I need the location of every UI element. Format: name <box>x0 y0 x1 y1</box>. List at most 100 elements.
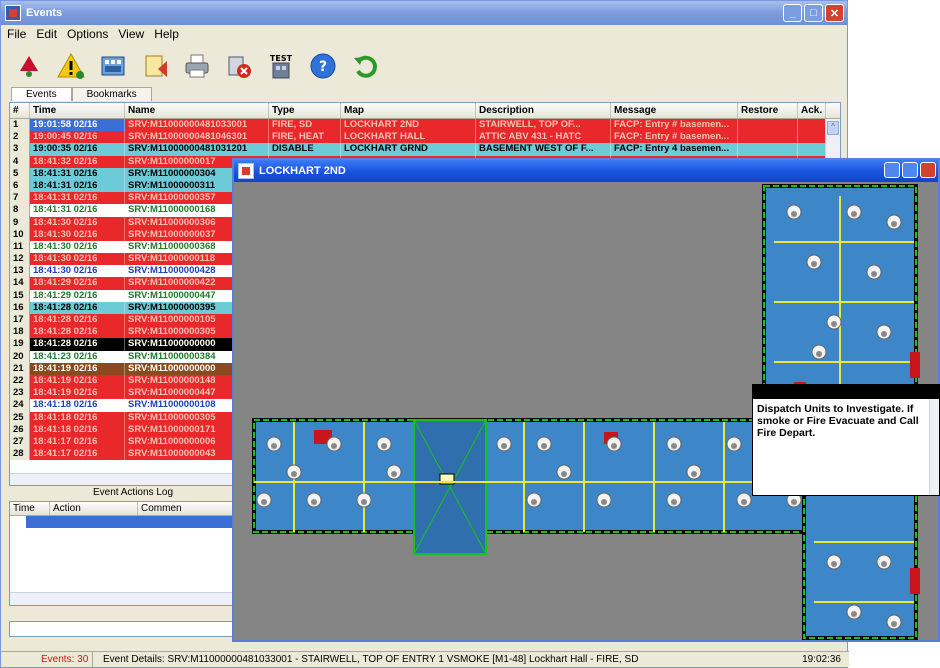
cell-time: 18:41:30 02/16 <box>30 228 125 241</box>
col-header-name[interactable]: Name <box>125 103 269 118</box>
table-row[interactable]: 3 19:00:35 02/16 SRV:M11000000481031201 DIS… <box>10 143 840 156</box>
cell-time: 18:41:19 02/16 <box>30 374 125 388</box>
smoke-detector-icon[interactable] <box>736 492 752 508</box>
smoke-detector-icon[interactable] <box>556 464 572 480</box>
log-col-action[interactable]: Action <box>50 502 138 515</box>
log-col-time[interactable]: Time <box>10 502 50 515</box>
map-minimize-button[interactable] <box>884 162 900 178</box>
warning-button[interactable] <box>55 50 87 82</box>
tab-bookmarks[interactable]: Bookmarks <box>71 87 152 101</box>
smoke-detector-icon[interactable] <box>266 436 282 452</box>
panel-button[interactable] <box>97 50 129 82</box>
event-details: Event Details: SRV:M11000000481033001 - … <box>103 654 639 665</box>
smoke-detector-icon[interactable] <box>356 492 372 508</box>
maximize-button[interactable]: □ <box>804 4 823 22</box>
smoke-detector-icon[interactable] <box>526 492 542 508</box>
menu-edit[interactable]: Edit <box>36 27 57 41</box>
refresh-icon <box>354 55 377 78</box>
alarm-bell-button[interactable] <box>13 50 45 82</box>
smoke-detector-icon[interactable] <box>846 204 862 220</box>
smoke-detector-icon[interactable] <box>786 204 802 220</box>
smoke-detector-icon[interactable] <box>256 492 272 508</box>
refresh-button[interactable] <box>349 50 381 82</box>
help-icon: ? <box>310 53 336 79</box>
table-row[interactable]: 2 19:00:45 02/16 SRV:M11000000481046301 FIR… <box>10 131 840 144</box>
test-icon: TEST <box>270 54 293 79</box>
smoke-detector-icon[interactable] <box>536 436 552 452</box>
cell-num: 15 <box>10 289 30 302</box>
smoke-detector-icon[interactable] <box>811 344 827 360</box>
col-header-num[interactable]: # <box>10 103 30 118</box>
smoke-detector-icon[interactable] <box>876 554 892 570</box>
svg-text:?: ? <box>319 59 327 75</box>
smoke-detector-icon[interactable] <box>826 314 842 330</box>
col-header-restore[interactable]: Restore <box>738 103 798 118</box>
smoke-detector-icon[interactable] <box>596 492 612 508</box>
cell-time: 18:41:31 02/16 <box>30 204 125 217</box>
col-header-message[interactable]: Message <box>611 103 738 118</box>
minimize-button[interactable]: _ <box>783 4 802 22</box>
app-icon <box>5 5 21 21</box>
smoke-detector-icon[interactable] <box>306 492 322 508</box>
menu-view[interactable]: View <box>118 27 144 41</box>
cell-num: 2 <box>10 131 30 144</box>
menu-options[interactable]: Options <box>67 27 108 41</box>
cell-num: 23 <box>10 387 30 400</box>
delete-icon <box>228 56 251 78</box>
col-header-type[interactable]: Type <box>269 103 341 118</box>
cell-ack <box>798 119 826 132</box>
col-header-time[interactable]: Time <box>30 103 125 118</box>
log-hscroll[interactable] <box>10 592 256 605</box>
help-button[interactable]: ? <box>307 50 339 82</box>
smoke-detector-icon[interactable] <box>286 464 302 480</box>
smoke-detector-icon[interactable] <box>666 436 682 452</box>
smoke-detector-icon[interactable] <box>386 464 402 480</box>
smoke-detector-icon[interactable] <box>726 436 742 452</box>
menu-file[interactable]: File <box>7 27 26 41</box>
test-button[interactable]: TEST <box>265 50 297 82</box>
smoke-detector-icon[interactable] <box>686 464 702 480</box>
smoke-detector-icon[interactable] <box>376 436 392 452</box>
cell-num: 9 <box>10 216 30 229</box>
cell-num: 7 <box>10 192 30 205</box>
notes-button[interactable] <box>139 50 171 82</box>
tab-events[interactable]: Events <box>11 87 72 101</box>
popup-title-bar[interactable] <box>753 385 939 399</box>
title-bar[interactable]: Events _ □ ✕ <box>1 1 847 25</box>
smoke-detector-icon[interactable] <box>876 324 892 340</box>
smoke-detector-icon[interactable] <box>806 254 822 270</box>
close-button[interactable]: ✕ <box>825 4 844 22</box>
log-comment-input[interactable] <box>9 621 257 637</box>
menu-help[interactable]: Help <box>154 27 179 41</box>
print-button[interactable] <box>181 50 213 82</box>
cell-time: 18:41:17 02/16 <box>30 435 125 449</box>
cell-num: 22 <box>10 374 30 388</box>
delete-button[interactable] <box>223 50 255 82</box>
map-title-bar[interactable]: LOCKHART 2ND <box>234 160 938 182</box>
map-maximize-button[interactable] <box>902 162 918 178</box>
smoke-detector-icon[interactable] <box>606 436 622 452</box>
col-header-map[interactable]: Map <box>341 103 476 118</box>
cell-time: 18:41:31 02/16 <box>30 192 125 205</box>
smoke-detector-icon[interactable] <box>826 554 842 570</box>
cell-time: 19:00:45 02/16 <box>30 131 125 144</box>
smoke-detector-icon[interactable] <box>886 214 902 230</box>
smoke-detector-icon[interactable] <box>496 436 512 452</box>
log-selected-row[interactable] <box>26 516 256 528</box>
cell-type: DISABLE <box>269 143 341 156</box>
smoke-detector-icon[interactable] <box>326 436 342 452</box>
col-header-ack[interactable]: Ack. <box>798 103 826 118</box>
smoke-detector-icon[interactable] <box>886 614 902 630</box>
map-close-button[interactable] <box>920 162 936 178</box>
cell-time: 18:41:29 02/16 <box>30 289 125 302</box>
smoke-detector-icon[interactable] <box>866 264 882 280</box>
cell-map: LOCKHART GRND <box>341 143 476 156</box>
smoke-detector-icon[interactable] <box>846 604 862 620</box>
table-row[interactable]: 1 19:01:58 02/16 SRV:M11000000481033001 FIR… <box>10 119 840 132</box>
scroll-up-arrow-icon[interactable]: ^ <box>827 121 839 135</box>
smoke-detector-icon[interactable] <box>666 492 682 508</box>
cell-desc: ATTIC ABV 431 - HATC <box>476 131 611 144</box>
popup-scrollbar[interactable] <box>929 399 939 495</box>
col-header-description[interactable]: Description <box>476 103 611 118</box>
cell-msg: FACP: Entry # basemen... <box>611 119 738 132</box>
